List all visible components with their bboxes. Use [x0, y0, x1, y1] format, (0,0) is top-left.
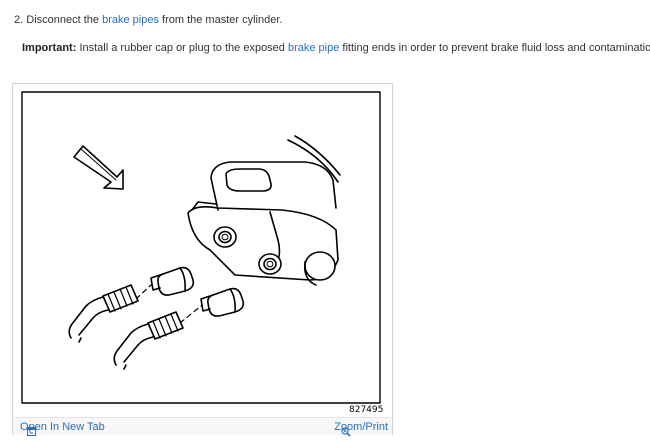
figure-container: 827495 Open In New Tab Zoom/Print [12, 83, 393, 437]
step-instruction: 2. Disconnect the brake pipes from the m… [14, 13, 282, 27]
open-new-tab-icon [27, 427, 36, 436]
important-text-before: Install a rubber cap or plug to the expo… [79, 42, 285, 54]
upper-fitting [157, 266, 195, 296]
brake-pipes-link[interactable]: brake pipes [102, 14, 159, 26]
lower-fitting [207, 287, 245, 317]
lower-brake-pipe [113, 323, 149, 366]
cylinder-end-cap [304, 251, 336, 281]
zoom-print-button[interactable]: Zoom/Print [334, 421, 388, 437]
illustration-frame [21, 91, 381, 404]
step-text-after: from the master cylinder. [162, 14, 283, 26]
step-number: 2. [14, 14, 24, 26]
upper-brake-pipe [68, 296, 104, 339]
brake-pipe-illustration [21, 91, 381, 404]
figure-toolbar: Open In New Tab Zoom/Print [13, 417, 392, 437]
direction-arrow [73, 145, 124, 190]
open-in-new-tab-button[interactable]: Open In New Tab [20, 421, 105, 436]
figure-code: 827495 [349, 405, 384, 415]
important-text-after: fitting ends in order to prevent brake f… [342, 42, 650, 54]
important-note: Important: Install a rubber cap or plug … [22, 41, 650, 55]
important-label: Important: [22, 42, 77, 54]
reservoir-outline [210, 161, 337, 209]
brake-pipe-link[interactable]: brake pipe [288, 42, 339, 54]
outlet-port-lower [258, 253, 282, 275]
magnifier-icon [341, 427, 351, 437]
step-text-before: Disconnect the [26, 14, 100, 26]
outlet-port-upper [213, 226, 237, 248]
